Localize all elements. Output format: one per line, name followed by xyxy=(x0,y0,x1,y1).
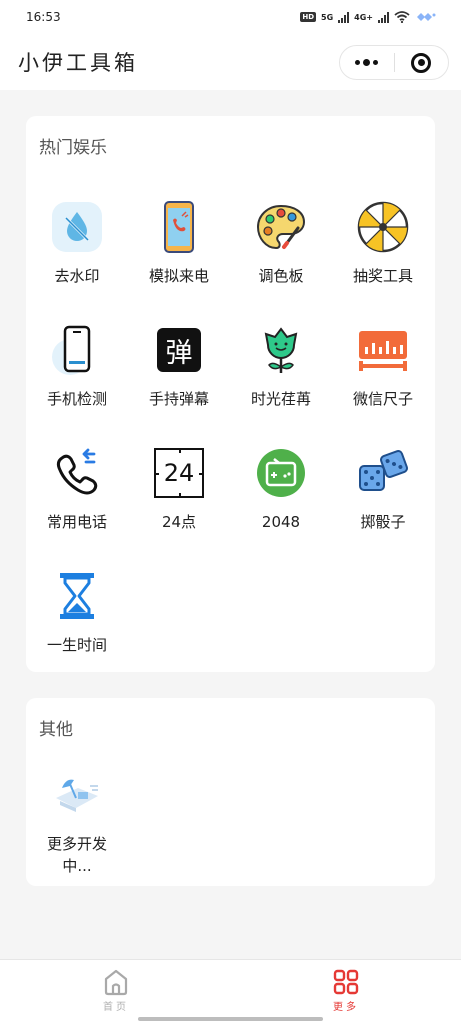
tool-ruler[interactable]: 微信尺子 xyxy=(332,323,434,433)
phone-call-icon xyxy=(152,200,206,254)
close-program-button[interactable] xyxy=(395,46,449,79)
home-indicator xyxy=(138,1017,323,1021)
tool-label: 一生时间 xyxy=(46,636,107,654)
tool-remove-watermark[interactable]: 去水印 xyxy=(26,200,128,310)
status-time: 16:53 xyxy=(26,10,61,24)
tab-label: 首页 xyxy=(103,1002,129,1013)
tab-more[interactable]: 更多 xyxy=(306,968,386,1013)
signal-icon xyxy=(338,11,350,23)
tool-label: 去水印 xyxy=(54,267,100,285)
tool-coming-soon[interactable]: 更多开发中... xyxy=(26,768,128,878)
section-card-other: 其他 更多开发中... xyxy=(26,698,435,886)
tool-label: 调色板 xyxy=(258,267,304,285)
phone-contacts-icon xyxy=(50,446,104,500)
status-bar: 16:53 HD 5G 4G+ xyxy=(0,0,461,34)
mini-program-capsule xyxy=(339,45,449,80)
palette-icon xyxy=(254,200,308,254)
ruler-icon xyxy=(356,323,410,377)
coming-soon-icon xyxy=(50,768,104,822)
tool-fake-call[interactable]: 模拟来电 xyxy=(128,200,230,310)
network-4g-label: 4G+ xyxy=(354,12,373,22)
tool-label: 模拟来电 xyxy=(148,267,209,285)
signal-icon-2 xyxy=(378,11,389,23)
tab-bar: 首页 更多 xyxy=(0,959,461,1024)
phone-check-icon xyxy=(50,323,104,377)
tool-lifetime[interactable]: 一生时间 xyxy=(26,569,128,679)
tool-label: 2048 xyxy=(261,513,301,531)
tool-dice[interactable]: 掷骰子 xyxy=(332,446,434,556)
more-menu-button[interactable] xyxy=(340,46,394,79)
section-title: 热门娱乐 xyxy=(39,138,107,158)
home-icon xyxy=(104,969,128,996)
nav-bar: 小伊工具箱 xyxy=(0,34,461,90)
tool-label: 时光荏苒 xyxy=(250,390,311,408)
close-target-icon xyxy=(411,52,432,73)
tool-label: 更多开发中... xyxy=(46,835,107,875)
tool-label: 手机检测 xyxy=(46,390,107,408)
tool-time-flies[interactable]: 时光荏苒 xyxy=(230,323,332,433)
grid-icon xyxy=(333,969,359,995)
watermark-drop-icon xyxy=(50,200,104,254)
tab-label: 更多 xyxy=(333,1002,359,1013)
tool-palette[interactable]: 调色板 xyxy=(230,200,332,310)
status-icons: HD 5G 4G+ xyxy=(300,11,437,23)
wifi-icon xyxy=(394,11,410,23)
24-glyph: 24 xyxy=(163,459,195,487)
tool-label: 掷骰子 xyxy=(360,513,406,531)
battery-icon xyxy=(417,13,436,21)
danmaku-glyph: 弹 xyxy=(157,328,201,372)
tool-label: 常用电话 xyxy=(46,513,107,531)
danmaku-icon: 弹 xyxy=(152,323,206,377)
tool-label: 微信尺子 xyxy=(352,390,413,408)
tool-label: 抽奖工具 xyxy=(352,267,413,285)
24-points-icon: 24 xyxy=(152,446,206,500)
tab-home[interactable]: 首页 xyxy=(76,968,156,1013)
dice-icon xyxy=(356,446,410,500)
section-title: 其他 xyxy=(39,720,73,740)
page-title: 小伊工具箱 xyxy=(18,51,138,75)
hd-badge: HD xyxy=(300,12,317,22)
flower-icon xyxy=(254,323,308,377)
tool-24-points[interactable]: 24 24点 xyxy=(128,446,230,556)
tool-lottery[interactable]: 抽奖工具 xyxy=(332,200,434,310)
hourglass-icon xyxy=(50,569,104,623)
tool-label: 手持弹幕 xyxy=(148,390,209,408)
tool-label: 24点 xyxy=(161,513,197,531)
2048-gamepad-icon xyxy=(254,446,308,500)
tool-danmaku[interactable]: 弹 手持弹幕 xyxy=(128,323,230,433)
network-5g-label: 5G xyxy=(321,12,334,22)
tool-common-phones[interactable]: 常用电话 xyxy=(26,446,128,556)
lottery-wheel-icon xyxy=(356,200,410,254)
tool-2048[interactable]: 2048 xyxy=(230,446,332,556)
more-dots-icon xyxy=(355,59,379,66)
tool-phone-check[interactable]: 手机检测 xyxy=(26,323,128,433)
section-card-hot: 热门娱乐 去水印 模拟来电 调色板 抽奖工具 手机检测 弹 手持弹幕 时光荏苒 … xyxy=(26,116,435,672)
